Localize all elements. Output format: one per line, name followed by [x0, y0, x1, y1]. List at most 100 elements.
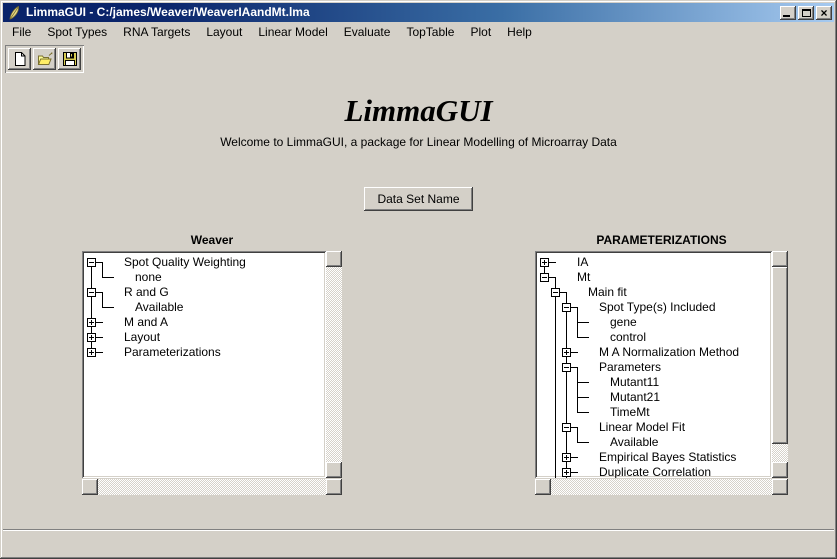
- tree-node-label[interactable]: Linear Model Fit: [599, 420, 685, 435]
- menu-item-spot-types[interactable]: Spot Types: [41, 23, 113, 41]
- tree-node-label[interactable]: Empirical Bayes Statistics: [599, 450, 736, 465]
- tree-connector: [97, 270, 108, 285]
- tree-node-label[interactable]: Parameterizations: [124, 345, 221, 360]
- scroll-right-button[interactable]: [772, 479, 788, 495]
- tree-connector: [97, 345, 108, 360]
- tree-node-label[interactable]: control: [610, 330, 646, 345]
- open-file-button[interactable]: [33, 48, 56, 70]
- tree-connector: [97, 315, 108, 330]
- tree-row: Duplicate Correlation: [539, 465, 772, 478]
- scrollbar-trough[interactable]: [772, 267, 788, 462]
- horizontal-scrollbar[interactable]: [535, 479, 788, 495]
- collapse-minus-icon[interactable]: [562, 363, 571, 372]
- tree-node-label[interactable]: Layout: [124, 330, 160, 345]
- tree-node-label[interactable]: Available: [610, 435, 658, 450]
- tcl-feather-icon: [6, 5, 22, 21]
- tree-connector: [561, 315, 572, 330]
- tree-toggle-cell: [86, 255, 97, 270]
- minimize-button[interactable]: [780, 6, 796, 20]
- tree-node-label[interactable]: Mutant21: [610, 390, 660, 405]
- menu-item-linear-model[interactable]: Linear Model: [252, 23, 333, 41]
- menu-item-file[interactable]: File: [6, 23, 37, 41]
- expand-plus-icon[interactable]: [87, 348, 96, 357]
- scroll-down-button[interactable]: [772, 462, 788, 478]
- new-file-button[interactable]: [8, 48, 31, 70]
- tree-node-label[interactable]: Spot Type(s) Included: [599, 300, 716, 315]
- menu-item-evaluate[interactable]: Evaluate: [338, 23, 397, 41]
- tree-node-label[interactable]: M A Normalization Method: [599, 345, 739, 360]
- tree-row: Mutant11: [539, 375, 772, 390]
- close-button[interactable]: ×: [816, 6, 832, 20]
- menu-item-toptable[interactable]: TopTable: [400, 23, 460, 41]
- scrollbar-trough[interactable]: [326, 267, 342, 462]
- scrollbar-trough[interactable]: [551, 479, 772, 495]
- scroll-down-button[interactable]: [326, 462, 342, 478]
- arrow-up-icon: [776, 256, 784, 264]
- scroll-up-button[interactable]: [772, 251, 788, 267]
- tree-node-label[interactable]: none: [135, 270, 162, 285]
- collapse-minus-icon[interactable]: [562, 303, 571, 312]
- menu-item-help[interactable]: Help: [501, 23, 538, 41]
- tree-connector: [550, 420, 561, 435]
- tree-node-label[interactable]: R and G: [124, 285, 169, 300]
- tree-connector: [583, 375, 594, 390]
- save-file-button[interactable]: [58, 48, 81, 70]
- tree-node-label[interactable]: gene: [610, 315, 637, 330]
- expand-plus-icon[interactable]: [562, 468, 571, 477]
- scroll-left-button[interactable]: [82, 479, 98, 495]
- tree-row: Available: [86, 300, 326, 315]
- tree-connector: [583, 405, 594, 420]
- tree-node-label[interactable]: Mutant11: [610, 375, 659, 390]
- tree-node-label[interactable]: Available: [135, 300, 183, 315]
- collapse-minus-icon[interactable]: [551, 288, 560, 297]
- tree-node-label[interactable]: Main fit: [588, 285, 627, 300]
- expand-plus-icon[interactable]: [87, 333, 96, 342]
- menu-item-plot[interactable]: Plot: [464, 23, 497, 41]
- tree-toggle-cell: [561, 300, 572, 315]
- tree-node-label[interactable]: IA: [577, 255, 588, 270]
- tree-connector: [572, 405, 583, 420]
- tree-node-label[interactable]: Spot Quality Weighting: [124, 255, 246, 270]
- collapse-minus-icon[interactable]: [87, 288, 96, 297]
- tree-node-label[interactable]: Duplicate Correlation: [599, 465, 711, 478]
- tree-connector: [550, 255, 561, 270]
- collapse-minus-icon[interactable]: [562, 423, 571, 432]
- tree-row: Parameters: [539, 360, 772, 375]
- tree-node-label[interactable]: Parameters: [599, 360, 661, 375]
- expand-plus-icon[interactable]: [540, 258, 549, 267]
- scroll-right-button[interactable]: [326, 479, 342, 495]
- maximize-icon: [802, 9, 811, 17]
- maximize-button[interactable]: [798, 6, 814, 20]
- tree-row: Available: [539, 435, 772, 450]
- collapse-minus-icon[interactable]: [540, 273, 549, 282]
- collapse-minus-icon[interactable]: [87, 258, 96, 267]
- scroll-up-button[interactable]: [326, 251, 342, 267]
- main-content: LimmaGUI Welcome to LimmaGUI, a package …: [3, 93, 834, 513]
- vertical-scrollbar[interactable]: [772, 251, 788, 478]
- tree-row: Empirical Bayes Statistics: [539, 450, 772, 465]
- tree-connector: [550, 375, 561, 390]
- titlebar[interactable]: LimmaGUI - C:/james/Weaver/WeaverIAandMt…: [3, 3, 834, 22]
- arrow-right-icon: [332, 483, 340, 491]
- expand-plus-icon[interactable]: [562, 348, 571, 357]
- menu-item-rna-targets[interactable]: RNA Targets: [117, 23, 196, 41]
- expand-plus-icon[interactable]: [87, 318, 96, 327]
- horizontal-scrollbar[interactable]: [82, 479, 342, 495]
- scrollbar-trough[interactable]: [98, 479, 326, 495]
- tree-connector: [550, 300, 561, 315]
- tree-row: gene: [539, 315, 772, 330]
- data-set-name-button[interactable]: Data Set Name: [364, 187, 472, 211]
- tree-connector: [539, 405, 550, 420]
- scrollbar-thumb[interactable]: [772, 267, 788, 444]
- menu-item-layout[interactable]: Layout: [200, 23, 248, 41]
- open-folder-icon: [37, 51, 53, 67]
- vertical-scrollbar[interactable]: [326, 251, 342, 478]
- toolbar-frame: [5, 45, 84, 73]
- expand-plus-icon[interactable]: [562, 453, 571, 462]
- tree-node-label[interactable]: M and A: [124, 315, 168, 330]
- tree-node-label[interactable]: Mt: [577, 270, 590, 285]
- scroll-left-button[interactable]: [535, 479, 551, 495]
- tree-connector: [539, 285, 550, 300]
- tree-node-label[interactable]: TimeMt: [610, 405, 650, 420]
- tree-toggle-cell: [550, 285, 561, 300]
